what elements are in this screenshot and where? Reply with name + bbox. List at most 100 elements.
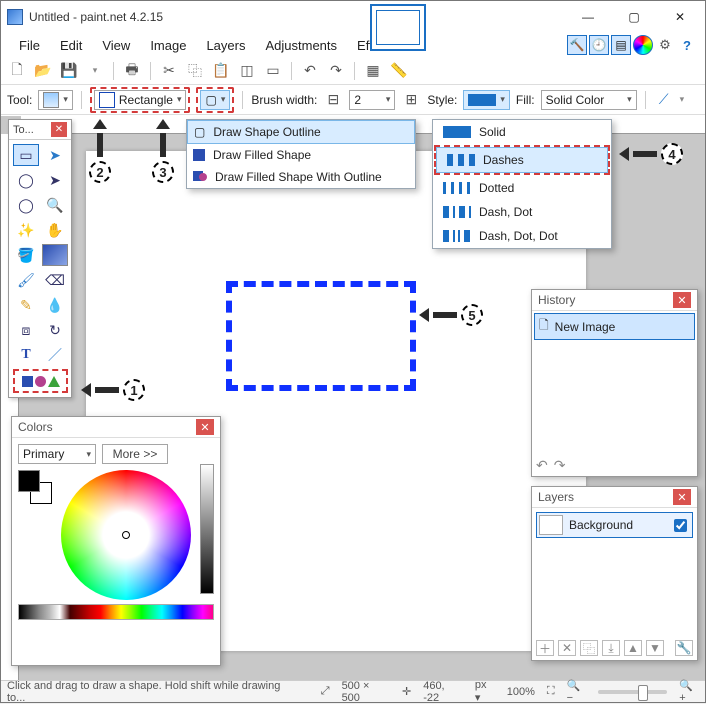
undo-history-icon[interactable]: ↶	[536, 457, 548, 474]
text-tool[interactable]: T	[13, 344, 39, 366]
tools-toggle-icon[interactable]: 🔨	[567, 35, 587, 55]
merge-down-icon[interactable]: ⤓	[602, 640, 620, 656]
brush-dec-button[interactable]: ⊟	[323, 90, 343, 110]
paintbrush-tool[interactable]: 🖌	[13, 269, 39, 291]
save-icon[interactable]: 💾	[59, 61, 79, 81]
drawmode-outline-item[interactable]: ▢ Draw Shape Outline	[187, 120, 415, 144]
new-icon[interactable]: 🗋	[7, 61, 27, 81]
cut-icon[interactable]: ✂	[159, 61, 179, 81]
color-mode-select[interactable]: Primary ▾	[18, 444, 96, 464]
brush-width-input[interactable]: 2 ▾	[349, 90, 395, 110]
curve-mode-icon[interactable]: ⟋	[654, 90, 674, 110]
drawmode-selector[interactable]: ▢ ▾	[200, 90, 230, 110]
lasso-tool[interactable]: ◯	[13, 169, 39, 191]
eraser-tool[interactable]: ⌫	[42, 269, 68, 291]
tools-panel-close-icon[interactable]: ✕	[51, 122, 67, 137]
fg-color-swatch[interactable]	[18, 470, 40, 492]
gradient-tool[interactable]: .	[42, 244, 68, 266]
settings-icon[interactable]: ⚙	[655, 35, 675, 55]
layers-panel-close-icon[interactable]: ✕	[673, 489, 691, 505]
colors-panel-close-icon[interactable]: ✕	[196, 419, 214, 435]
more-options-icon[interactable]: ▾	[680, 94, 685, 105]
brush-inc-button[interactable]: ⊞	[401, 90, 421, 110]
history-toggle-icon[interactable]: 🕘	[589, 35, 609, 55]
status-unit[interactable]: px ▾	[475, 679, 495, 704]
grid-icon[interactable]: ▦	[363, 61, 383, 81]
history-panel-close-icon[interactable]: ✕	[673, 292, 691, 308]
color-palette[interactable]	[18, 604, 214, 620]
duplicate-layer-icon[interactable]: ⿻	[580, 640, 598, 656]
redo-icon[interactable]: ↷	[326, 61, 346, 81]
minimize-button[interactable]: —	[565, 2, 611, 32]
zoom-slider[interactable]	[598, 690, 667, 694]
maximize-button[interactable]: ▢	[611, 2, 657, 32]
circle-shape-icon	[35, 376, 46, 387]
fill-selector[interactable]: Solid Color ▾	[541, 90, 637, 110]
layer-item-background[interactable]: Background	[536, 512, 693, 538]
move-up-icon[interactable]: ▲	[624, 640, 642, 656]
shapes-tool-row[interactable]	[13, 369, 68, 393]
image-thumbnail[interactable]	[370, 4, 426, 51]
magic-wand-tool[interactable]: ✨	[13, 219, 39, 241]
pencil-tool[interactable]: ✎	[13, 294, 39, 316]
move-selection-tool[interactable]: ➤	[42, 144, 68, 166]
more-colors-button[interactable]: More >>	[102, 444, 168, 464]
color-wheel[interactable]	[61, 470, 191, 600]
delete-layer-icon[interactable]: ✕	[558, 640, 576, 656]
move-tool[interactable]: ➤	[42, 169, 68, 191]
menu-adjustments[interactable]: Adjustments	[255, 36, 347, 55]
status-dims: 500 × 500	[342, 680, 390, 704]
zoom-out-icon[interactable]: 🔍−	[567, 679, 587, 704]
undo-icon[interactable]: ↶	[300, 61, 320, 81]
menu-layers[interactable]: Layers	[196, 36, 255, 55]
history-item-new-image[interactable]: 🗋 New Image	[534, 313, 695, 340]
deselect-icon[interactable]: ▭	[263, 61, 283, 81]
value-slider[interactable]	[200, 464, 214, 594]
zoom-in-icon[interactable]: 🔍+	[679, 679, 699, 704]
zoom-tool[interactable]: 🔍	[42, 194, 68, 216]
layer-visible-checkbox[interactable]	[674, 519, 687, 532]
ruler-icon[interactable]: 📏	[389, 61, 409, 81]
print-icon[interactable]: 🖶	[122, 61, 142, 81]
help-icon[interactable]: ?	[677, 35, 697, 55]
colors-toggle-icon[interactable]	[633, 35, 653, 55]
window-title: Untitled - paint.net 4.2.15	[29, 10, 163, 24]
style-dashdot-item[interactable]: Dash, Dot	[433, 200, 611, 224]
pan-tool[interactable]: ✋	[42, 219, 68, 241]
close-button[interactable]: ✕	[657, 2, 703, 32]
crop-icon[interactable]: ◫	[237, 61, 257, 81]
options-bar: Tool: ▾ Rectangle ▾ ▢ ▾ Brush width: ⊟ 2…	[1, 85, 705, 115]
paint-bucket-tool[interactable]: 🪣	[13, 244, 39, 266]
ellipse-select-tool[interactable]: ◯	[13, 194, 39, 216]
tool-selector[interactable]: ▾	[38, 90, 73, 110]
style-dotted-item[interactable]: Dotted	[433, 176, 611, 200]
clone-stamp-tool[interactable]: ⧈	[13, 319, 39, 341]
copy-icon[interactable]: ⿻	[185, 61, 205, 81]
open-icon[interactable]: 📂	[33, 61, 53, 81]
shape-selector[interactable]: Rectangle ▾	[94, 90, 187, 110]
drawmode-filled-outline-item[interactable]: Draw Filled Shape With Outline	[187, 166, 415, 188]
move-down-icon[interactable]: ▼	[646, 640, 664, 656]
layers-toggle-icon[interactable]: ▤	[611, 35, 631, 55]
menu-view[interactable]: View	[92, 36, 140, 55]
style-dashes-item[interactable]: Dashes	[436, 147, 608, 173]
style-selector[interactable]: ▾	[463, 90, 510, 110]
drawmode-filled-item[interactable]: Draw Filled Shape	[187, 144, 415, 166]
rect-select-tool[interactable]: ▭	[13, 144, 39, 166]
redo-history-icon[interactable]: ↷	[554, 457, 566, 474]
fit-window-icon[interactable]: ⛶	[547, 685, 555, 698]
menu-file[interactable]: File	[9, 36, 50, 55]
add-layer-icon[interactable]: ＋	[536, 640, 554, 656]
menu-image[interactable]: Image	[140, 36, 196, 55]
save-dropdown-icon[interactable]: ▾	[85, 61, 105, 81]
layer-props-icon[interactable]: 🔧	[675, 640, 693, 656]
style-solid-item[interactable]: Solid	[433, 120, 611, 144]
style-dashdotdot-item[interactable]: Dash, Dot, Dot	[433, 224, 611, 248]
shape-icon	[43, 92, 59, 108]
recolor-tool[interactable]: ↻	[42, 319, 68, 341]
color-picker-tool[interactable]: 💧	[42, 294, 68, 316]
color-swatches[interactable]	[18, 470, 52, 504]
paste-icon[interactable]: 📋	[211, 61, 231, 81]
line-tool[interactable]: ／	[42, 344, 68, 366]
menu-edit[interactable]: Edit	[50, 36, 92, 55]
